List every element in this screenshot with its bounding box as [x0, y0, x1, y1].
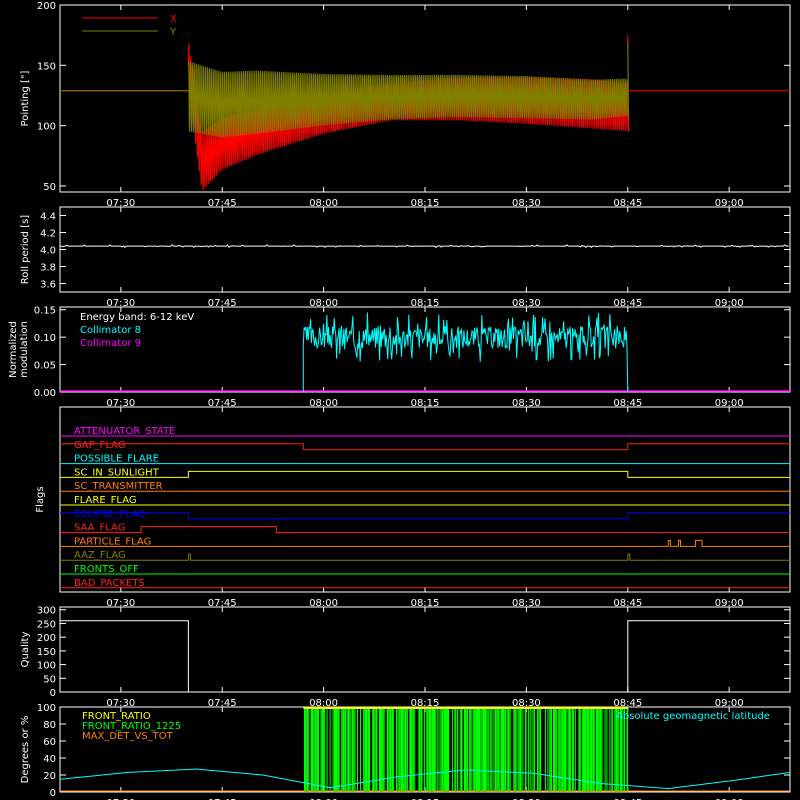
y-tick-label: 4.0 [40, 246, 56, 257]
y-tick-label: 300 [37, 606, 56, 617]
flag-label: FRONTS_OFF [74, 564, 139, 575]
y-axis-label: Normalized [8, 321, 19, 378]
flag-label: FLARE_FLAG [74, 495, 137, 506]
flag-label: ECLIPSE_FLAG [74, 509, 145, 520]
y-tick-label: 40 [43, 754, 56, 765]
y-tick-label: 0 [50, 788, 56, 799]
legend-label: MAX_DET_VS_TOT [82, 731, 174, 742]
y-axis-label: Quality [20, 632, 31, 668]
pointing-series-group [60, 35, 790, 191]
flag-label: PARTICLE_FLAG [74, 536, 151, 547]
legend-label: Collimator 9 [80, 338, 141, 349]
pointing-line-y [627, 41, 629, 120]
y-tick-label: 80 [43, 720, 56, 731]
legend-label: Absolute geomagnetic latitude [616, 711, 770, 722]
flag-label: SAA_FLAG [74, 523, 125, 534]
flag-line-aaz-flag [60, 553, 790, 561]
y-tick-label: 0 [50, 688, 56, 699]
panel-frame [59, 606, 791, 693]
panel-2: 07:30 07:45 08:00 08:15 08:30 08:45 09:003.63.… [20, 206, 791, 309]
flag-line-saa-flag [60, 526, 790, 534]
y-tick-label: 100 [37, 703, 56, 714]
y-axis-label: Flags [35, 486, 46, 512]
flag-label: SC_TRANSMITTER [74, 481, 163, 492]
flag-label: BAD_PACKETS [74, 578, 145, 589]
panel-3: 07:30 07:45 08:00 08:15 08:30 08:45 09:000.000… [8, 306, 791, 409]
energy-band-annotation: Energy band: 6-12 keV [80, 312, 194, 323]
y-tick-label: 50 [43, 674, 56, 685]
y-axis-label: Roll period [s] [20, 215, 31, 284]
y-tick-label: 150 [37, 61, 56, 72]
y-tick-label: 0.00 [34, 388, 56, 399]
y-tick-label: 0.15 [34, 306, 56, 317]
flag-label: POSSIBLE_FLARE [74, 454, 159, 465]
quality-line [60, 620, 790, 693]
y-tick-label: 0.10 [34, 333, 56, 344]
legend-label: X [170, 14, 177, 25]
y-tick-label: 150 [37, 647, 56, 658]
y-tick-label: 250 [37, 619, 56, 630]
flag-label: SC_IN_SUNLIGHT [74, 467, 160, 478]
flag-line-eclipse-flag [60, 512, 790, 520]
y-axis-label: Pointing ["] [20, 70, 31, 126]
panel-5: 07:30 07:45 08:00 08:15 08:30 08:45 09:0005010… [20, 606, 791, 709]
y-tick-label: 4.4 [40, 212, 56, 223]
y-tick-label: 200 [37, 633, 56, 644]
y-tick-label: 50 [43, 182, 56, 193]
y-tick-label: 200 [37, 1, 56, 12]
pointing-line-y [187, 61, 628, 138]
panel-4: 07:30 07:45 08:00 08:15 08:30 08:45 09:00Flags… [35, 406, 791, 609]
flag-line-sc-in-sunlight [60, 470, 790, 478]
panel-frame [59, 206, 791, 293]
geomagnetic-latitude-line [59, 768, 791, 790]
y-tick-label: 4.2 [40, 229, 56, 240]
y-axis-label: modulation [19, 321, 30, 378]
panel-6: 07:3007:4508:0008:1508:3008:4509:0002040… [20, 703, 791, 800]
y-tick-label: 60 [43, 737, 56, 748]
flag-label: AAZ_FLAG [74, 550, 126, 561]
legend-label: Collimator 8 [80, 325, 141, 336]
y-axis-label: Degrees or % [20, 716, 31, 784]
roll-period-line [60, 244, 789, 249]
y-tick-label: 100 [37, 122, 56, 133]
y-tick-label: 100 [37, 661, 56, 672]
front-ratio-1225-bars [304, 707, 629, 792]
y-tick-label: 0.05 [34, 361, 56, 372]
legend-label: Y [169, 27, 177, 38]
panel-1: 07:30 07:45 08:00 08:15 08:30 08:45 09:0050100… [20, 1, 791, 209]
flag-label: ATTENUATOR_STATE [74, 426, 175, 437]
flag-label: GAP_FLAG [74, 440, 126, 451]
y-tick-label: 20 [43, 771, 56, 782]
flag-line-gap-flag [60, 443, 790, 451]
quicklook-plot-page: 07:30 07:45 08:00 08:15 08:30 08:45 09:00 50 100… [0, 0, 800, 800]
y-tick-label: 3.6 [40, 280, 56, 291]
flag-line-particle-flag [60, 539, 790, 547]
collimator-8-line [302, 312, 629, 393]
y-tick-label: 3.8 [40, 263, 56, 274]
quicklook-plot: 07:30 07:45 08:00 08:15 08:30 08:45 09:0050100… [8, 1, 791, 800]
